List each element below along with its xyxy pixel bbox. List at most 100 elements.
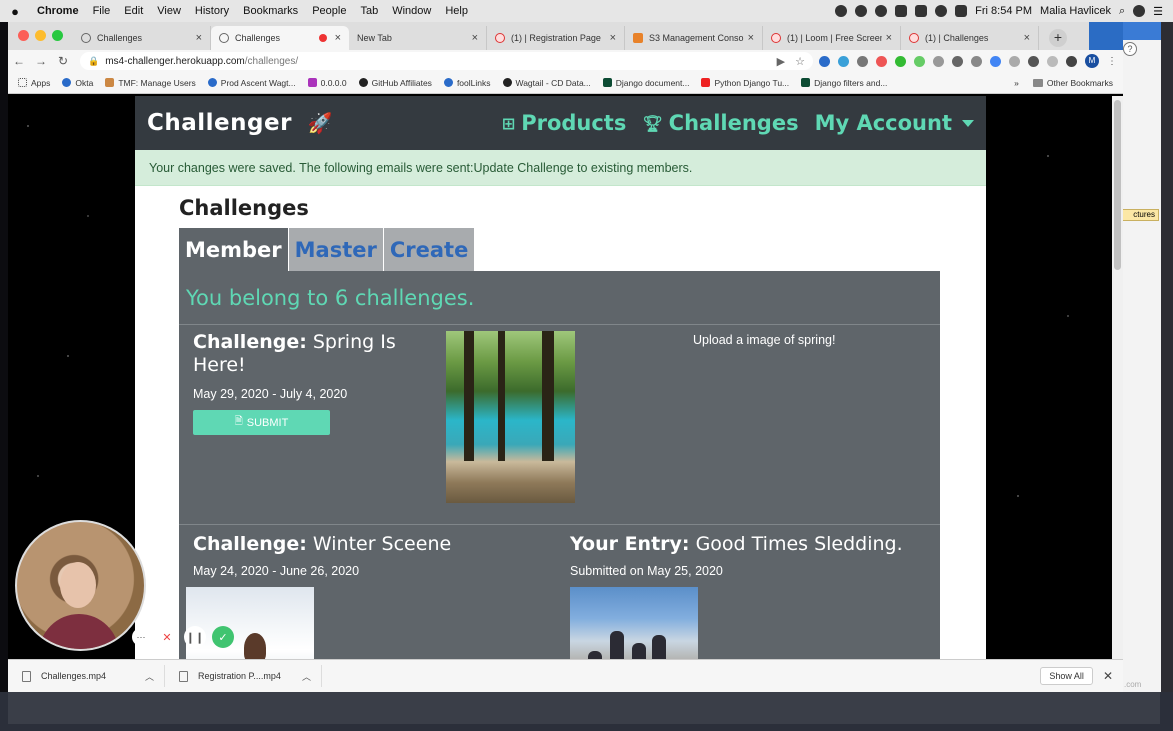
bookmark-foollinks[interactable]: foolLinks (443, 78, 491, 88)
extension-icon[interactable] (857, 55, 868, 67)
tab-member[interactable]: Member (179, 228, 288, 272)
site-brand[interactable]: Challenger 🚀 (147, 110, 333, 136)
bookmark-django-filters[interactable]: Django filters and... (801, 78, 887, 88)
finish-recording-button[interactable]: ✓ (212, 626, 234, 648)
menu-history[interactable]: History (188, 5, 236, 17)
siri-icon[interactable] (1133, 5, 1146, 17)
menu-edit[interactable]: Edit (117, 5, 150, 17)
bookmark-django-docs[interactable]: Django document... (602, 78, 689, 88)
menu-clock[interactable]: Fri 8:54 PM (975, 5, 1032, 17)
extension-icon[interactable] (1047, 55, 1058, 67)
profile-avatar[interactable]: M (1085, 54, 1099, 68)
bookmark-python-django[interactable]: Python Django Tu... (701, 78, 789, 88)
camera-icon[interactable] (1009, 55, 1020, 67)
menu-people[interactable]: People (305, 5, 353, 17)
extension-icon[interactable] (819, 55, 830, 67)
challenge-image-winter[interactable] (186, 587, 314, 659)
extension-icon[interactable] (1028, 55, 1039, 67)
chevron-up-icon[interactable]: ︿ (302, 670, 311, 683)
menu-help[interactable]: Help (438, 5, 475, 17)
page-scrollbar[interactable] (1112, 96, 1123, 659)
extension-icon[interactable] (933, 55, 944, 67)
new-tab-button[interactable]: + (1049, 29, 1067, 47)
grammarly-icon[interactable] (895, 55, 906, 67)
cancel-recording-button[interactable]: ✕ (156, 626, 178, 648)
close-shelf-icon[interactable]: ✕ (1103, 669, 1113, 683)
close-tab-icon[interactable]: × (196, 32, 202, 44)
forward-arrow-icon[interactable]: → (30, 54, 52, 68)
extension-icon[interactable] (838, 55, 849, 67)
wifi-icon[interactable] (935, 5, 948, 17)
nav-challenges[interactable]: 🏆︎ Challenges (642, 111, 798, 135)
menu-user-name[interactable]: Malia Havlicek (1040, 5, 1111, 17)
tab-new-tab[interactable]: New Tab × (349, 26, 487, 50)
tab-s3-console[interactable]: S3 Management Console × (625, 26, 763, 50)
more-bookmarks-chevron-icon[interactable]: » (1014, 78, 1019, 88)
challenge-image-spring[interactable] (446, 331, 575, 503)
tab-create[interactable]: Create (383, 228, 475, 272)
screen-icon[interactable] (895, 5, 908, 17)
menu-chrome[interactable]: Chrome (30, 5, 86, 17)
maximize-window-button[interactable] (52, 30, 63, 41)
webcam-bubble[interactable] (15, 520, 146, 651)
extension-tray-icon[interactable] (875, 5, 888, 17)
close-tab-icon[interactable]: × (1024, 32, 1030, 44)
pause-recording-button[interactable]: ❙❙ (184, 626, 206, 648)
camera-icon[interactable]: ▶ (777, 55, 785, 68)
close-tab-icon[interactable]: × (886, 32, 892, 44)
chrome-menu-icon[interactable]: ⋮ (1107, 56, 1117, 67)
menu-view[interactable]: View (150, 5, 188, 17)
close-tab-icon[interactable]: × (335, 32, 341, 44)
lock-icon[interactable]: 🔒 (88, 56, 99, 67)
menu-window[interactable]: Window (385, 5, 438, 17)
extension-icon[interactable] (952, 55, 963, 67)
tab-challenges-active[interactable]: Challenges × (211, 26, 349, 50)
menu-tab[interactable]: Tab (353, 5, 385, 17)
address-bar[interactable]: 🔒 ms4-challenger.herokuapp.com/challenge… (80, 52, 813, 70)
bookmark-star-icon[interactable]: ☆ (795, 55, 805, 68)
submit-button[interactable]: 🗎 SUBMIT (193, 410, 330, 435)
apple-menu-icon[interactable]: ● (0, 4, 30, 19)
battery-icon[interactable] (955, 5, 968, 17)
show-all-downloads-button[interactable]: Show All (1040, 667, 1093, 685)
cast-icon[interactable] (1066, 55, 1077, 67)
download-item[interactable]: Challenges.mp4 ︿ (8, 665, 165, 687)
sync-icon[interactable] (855, 5, 868, 17)
back-arrow-icon[interactable]: ← (8, 54, 30, 68)
bookmark-wagtail[interactable]: Wagtail - CD Data... (502, 78, 591, 88)
bookmark-okta[interactable]: Okta (62, 78, 93, 88)
close-tab-icon[interactable]: × (610, 32, 616, 44)
bookmark-prod-ascent[interactable]: Prod Ascent Wagt... (207, 78, 296, 88)
help-icon[interactable]: ? (1123, 42, 1137, 56)
bookmark-apps[interactable]: Apps (18, 78, 50, 88)
entry-image-sledding[interactable] (570, 587, 698, 659)
drive-icon[interactable] (990, 55, 1001, 67)
menu-bookmarks[interactable]: Bookmarks (236, 5, 305, 17)
close-window-button[interactable] (18, 30, 29, 41)
download-item[interactable]: Registration P....mp4 ︿ (165, 665, 322, 687)
extension-icon[interactable] (971, 55, 982, 67)
other-bookmarks[interactable]: Other Bookmarks (1047, 78, 1113, 88)
menu-file[interactable]: File (86, 5, 118, 17)
chevron-up-icon[interactable]: ︿ (145, 670, 154, 683)
more-options-icon[interactable]: ⋯ (132, 628, 150, 646)
bookmark-tmf[interactable]: TMF: Manage Users (105, 78, 196, 88)
notification-center-icon[interactable]: ☰ (1153, 5, 1163, 18)
close-tab-icon[interactable]: × (748, 32, 754, 44)
tab-loom[interactable]: (1) | Loom | Free Screen & × (763, 26, 901, 50)
spotlight-search-icon[interactable]: ⌕ (1119, 5, 1125, 18)
microphone-icon[interactable] (835, 5, 848, 17)
scrollbar-thumb[interactable] (1114, 100, 1121, 270)
bookmark-github[interactable]: GitHub Affiliates (358, 78, 432, 88)
tab-challenges-2[interactable]: (1) | Challenges × (901, 26, 1039, 50)
minimize-window-button[interactable] (35, 30, 46, 41)
close-tab-icon[interactable]: × (472, 32, 478, 44)
shield-icon[interactable] (915, 5, 928, 17)
reload-icon[interactable]: ↻ (52, 54, 74, 68)
tab-challenges-1[interactable]: Challenges × (73, 26, 211, 50)
nav-my-account[interactable]: My Account (815, 111, 974, 135)
nav-products[interactable]: ⊞ Products (502, 111, 627, 135)
extension-icon[interactable] (914, 55, 925, 67)
tab-master[interactable]: Master (288, 228, 383, 272)
extension-icon[interactable] (876, 55, 887, 67)
